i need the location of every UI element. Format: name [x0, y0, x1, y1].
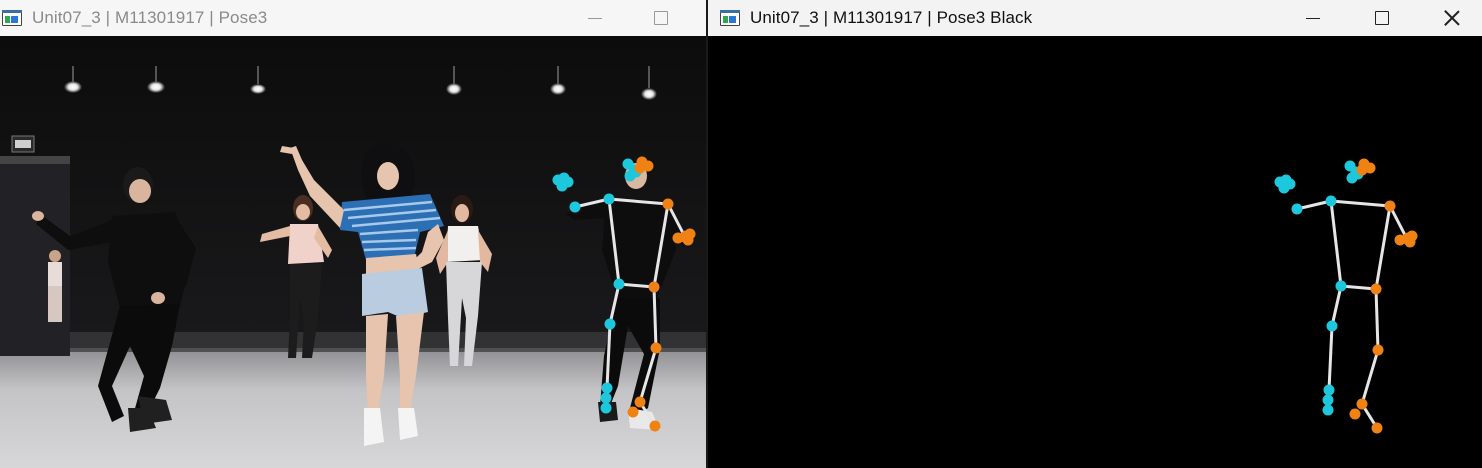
maximize-button[interactable]: [1359, 0, 1405, 36]
skeleton-bone: [1329, 200, 1343, 287]
close-button[interactable]: [1429, 0, 1475, 36]
skeleton-bone: [1360, 349, 1380, 405]
maximize-icon: [1375, 11, 1389, 25]
left-keypoint: [1323, 384, 1335, 396]
minimize-button[interactable]: [572, 0, 618, 36]
right-keypoint: [627, 406, 639, 418]
minimize-button[interactable]: [1290, 0, 1336, 36]
right-keypoint: [1384, 200, 1396, 212]
right-keypoint: [1349, 408, 1361, 420]
skeleton-bone: [1374, 205, 1392, 290]
skeleton-bone: [1374, 288, 1380, 351]
right-keypoint: [682, 234, 694, 246]
pose-skeleton: [1274, 158, 1418, 434]
left-keypoint: [569, 201, 581, 213]
maximize-icon: [654, 11, 668, 25]
pose-black-window[interactable]: Unit07_3 | M11301917 | Pose3 Black: [708, 0, 1482, 468]
dance-studio-scene: [0, 36, 706, 468]
right-keypoint: [1356, 398, 1368, 410]
right-keypoint: [662, 198, 674, 210]
right-keypoint: [1372, 344, 1384, 356]
minimize-icon: [588, 17, 602, 19]
right-keypoint: [1404, 236, 1416, 248]
skeleton-bone: [1330, 199, 1391, 208]
left-keypoint: [600, 402, 612, 414]
left-keypoint: [601, 382, 613, 394]
black-canvas: [708, 36, 1482, 468]
pose-video-window[interactable]: Unit07_3 | M11301917 | Pose3: [0, 0, 706, 468]
title-bar[interactable]: Unit07_3 | M11301917 | Pose3 Black: [708, 0, 1482, 36]
right-keypoint: [1356, 164, 1368, 176]
skeleton-bone: [1327, 325, 1334, 391]
left-keypoint: [1284, 178, 1296, 190]
skeleton-bone: [1330, 285, 1343, 327]
left-keypoint: [604, 318, 616, 330]
right-keypoint: [634, 396, 646, 408]
right-keypoint: [648, 281, 660, 293]
left-keypoint: [1326, 320, 1338, 332]
right-keypoint: [634, 162, 646, 174]
left-keypoint: [1335, 280, 1347, 292]
opencv-window-icon: [720, 10, 740, 26]
skeleton-bone: [652, 286, 658, 349]
left-keypoint: [1325, 195, 1337, 207]
window-title: Unit07_3 | M11301917 | Pose3: [32, 8, 268, 27]
left-keypoint: [1322, 394, 1334, 406]
opencv-window-icon: [2, 10, 22, 26]
left-keypoint: [603, 193, 615, 205]
left-keypoint: [1322, 404, 1334, 416]
close-icon: [1444, 10, 1460, 26]
right-keypoint: [650, 342, 662, 354]
left-keypoint: [600, 392, 612, 404]
video-frame: [0, 36, 706, 468]
left-keypoint: [613, 278, 625, 290]
minimize-icon: [1306, 17, 1320, 19]
pose-skeleton-canvas: [1274, 158, 1418, 434]
maximize-button[interactable]: [638, 0, 684, 36]
right-keypoint: [649, 420, 661, 432]
right-keypoint: [1370, 283, 1382, 295]
left-keypoint: [562, 176, 574, 188]
title-bar[interactable]: Unit07_3 | M11301917 | Pose3: [0, 0, 706, 36]
left-keypoint: [1291, 203, 1303, 215]
window-title: Unit07_3 | M11301917 | Pose3 Black: [750, 8, 1033, 27]
right-keypoint: [1371, 422, 1383, 434]
